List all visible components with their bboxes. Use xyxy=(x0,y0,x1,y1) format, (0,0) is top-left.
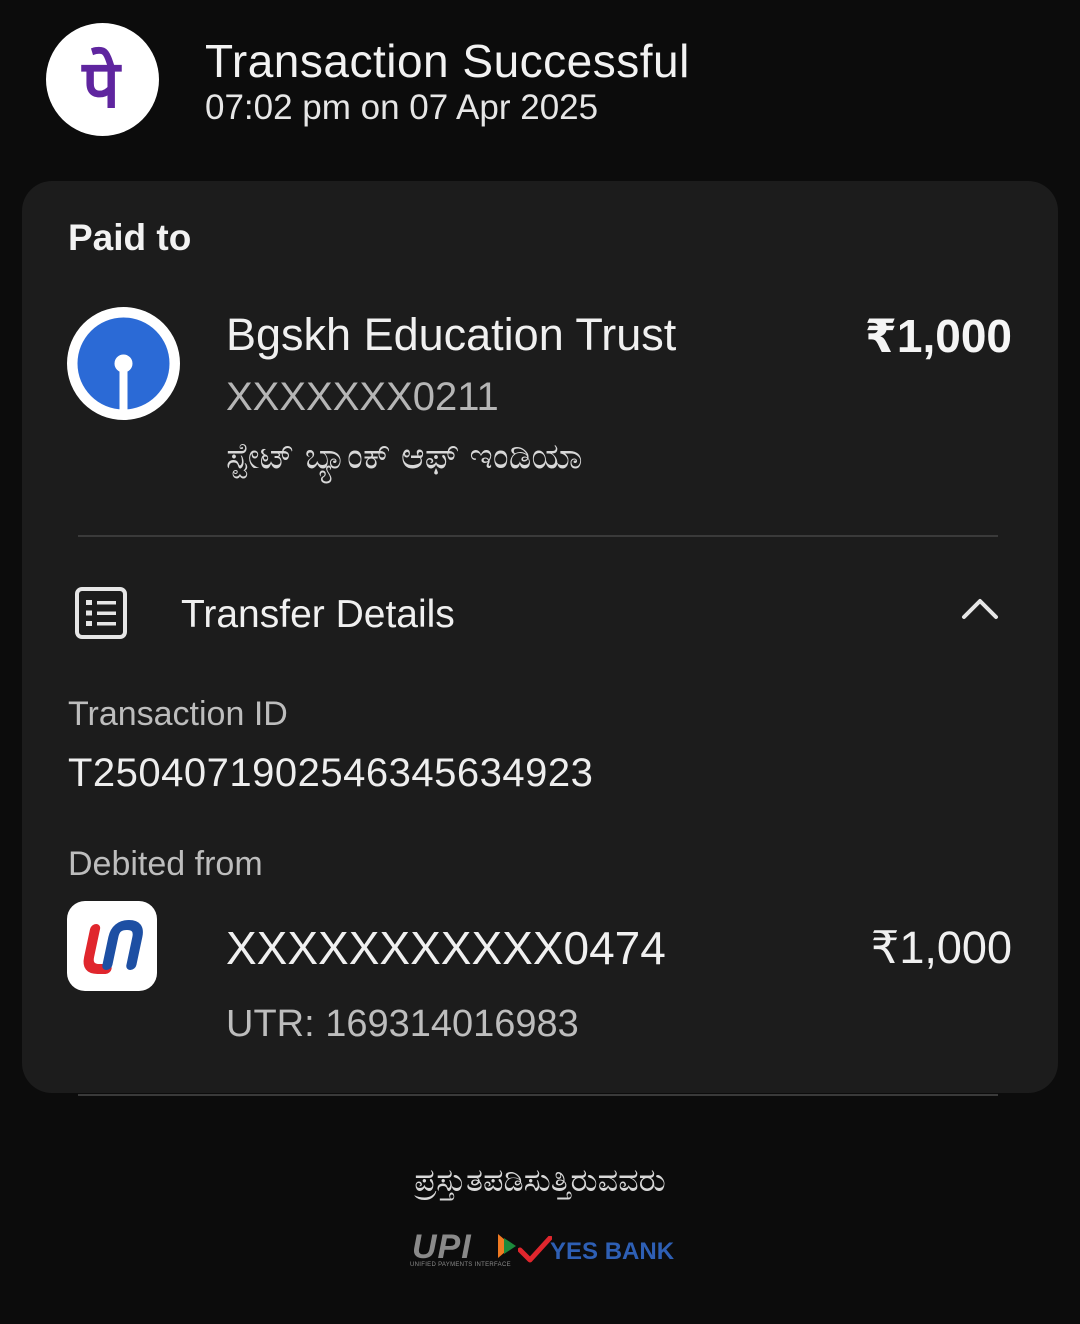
debit-amount: ₹1,000 xyxy=(870,922,1012,973)
footer-divider xyxy=(78,1094,998,1096)
upi-arrow-icon xyxy=(496,1232,518,1265)
transaction-id-label: Transaction ID xyxy=(68,695,288,733)
page-title: Transaction Successful xyxy=(205,35,690,87)
transaction-timestamp: 07:02 pm on 07 Apr 2025 xyxy=(205,88,599,127)
transaction-header: पे Transaction Successful 07:02 pm on 07… xyxy=(0,0,1080,160)
transfer-details-label: Transfer Details xyxy=(181,593,455,636)
union-bank-logo-icon xyxy=(67,901,157,991)
yes-bank-tick-icon xyxy=(517,1235,553,1269)
payee-amount: ₹1,000 xyxy=(864,310,1012,362)
phonepe-logo-glyph: पे xyxy=(80,46,122,123)
sbi-logo-icon xyxy=(67,307,180,420)
paid-to-label: Paid to xyxy=(68,217,192,258)
payee-account-number: XXXXXXX0211 xyxy=(226,375,499,419)
transaction-id-value: T2504071902546345634923 xyxy=(68,751,594,795)
footer-partner-logos: UPI UNIFIED PAYMENTS INTERFACE YES BANK xyxy=(408,1228,678,1274)
powered-by-label: ಪ್ರಸ್ತುತಪಡಿಸುತ್ತಿರುವವರು xyxy=(414,1162,666,1198)
yes-bank-logo: YES BANK xyxy=(550,1238,675,1265)
debited-from-label: Debited from xyxy=(68,845,263,883)
transfer-details-toggle[interactable]: Transfer Details xyxy=(22,571,1058,661)
payee-bank-name: ಸ್ಟೇಟ್ ಬ್ಯಾಂಕ್ ಆಫ್ ಇಂಡಿಯಾ xyxy=(226,435,583,476)
payee-name: Bgskh Education Trust xyxy=(226,309,677,360)
debit-account-number: XXXXXXXXXXX0474 xyxy=(226,922,666,974)
section-divider xyxy=(78,535,998,537)
phonepe-logo-icon: पे xyxy=(46,23,159,136)
transaction-card: Paid to Bgskh Education Trust ₹1,000 XXX… xyxy=(22,181,1058,1093)
receipt-list-icon xyxy=(74,586,128,645)
utr-number: UTR: 169314016983 xyxy=(226,1003,579,1045)
chevron-up-icon[interactable] xyxy=(960,595,1000,626)
